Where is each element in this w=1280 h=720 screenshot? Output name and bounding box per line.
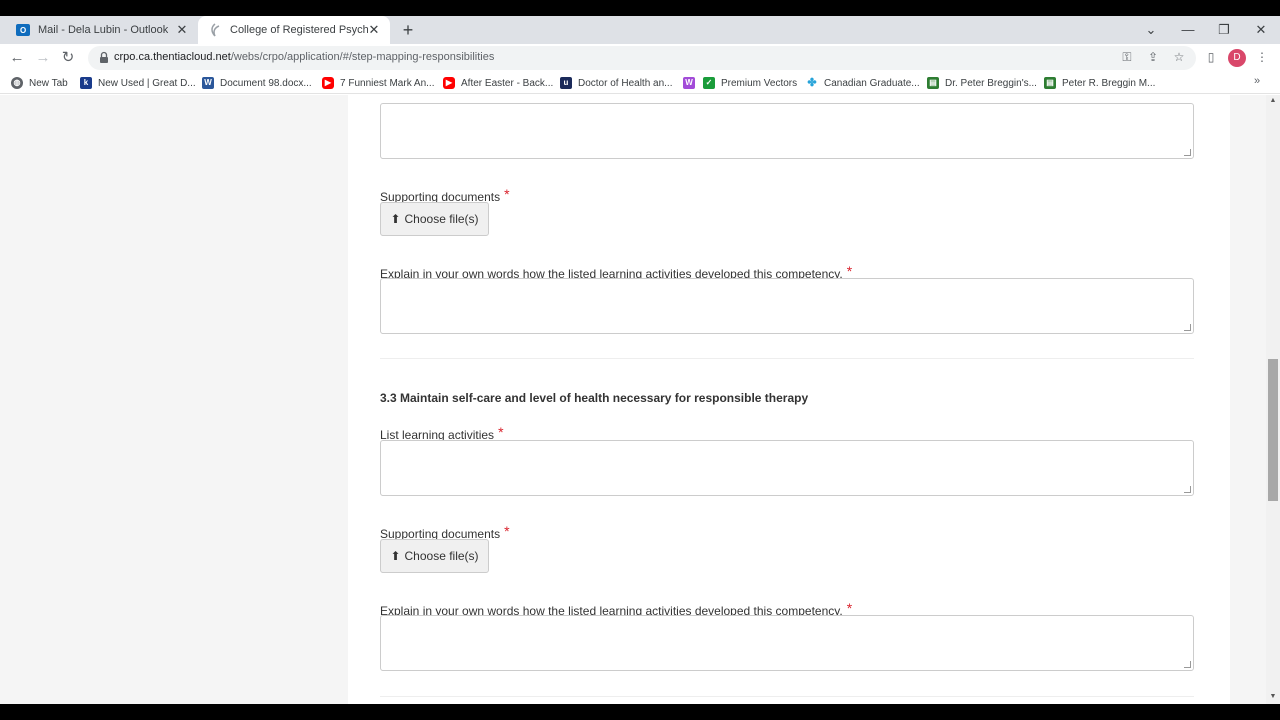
university-icon: u: [560, 77, 572, 89]
doc-icon: ▤: [927, 77, 939, 89]
share-icon[interactable]: ⇪: [1144, 48, 1162, 66]
close-tab-icon[interactable]: ✕: [174, 22, 190, 38]
scroll-up-arrow-icon[interactable]: ▲: [1269, 97, 1277, 105]
resize-grip-icon[interactable]: [1184, 149, 1191, 156]
crpo-icon: [211, 23, 220, 37]
page-scrollbar[interactable]: ▲ ▼: [1266, 95, 1280, 704]
bookmark-item[interactable]: ▶ 7 Funniest Mark An...: [322, 75, 435, 91]
section-divider: [380, 696, 1194, 697]
forward-arrow-icon[interactable]: →: [33, 48, 53, 68]
tab-title: College of Registered Psychothe: [230, 24, 368, 36]
bookmark-item[interactable]: k New Used | Great D...: [80, 75, 196, 91]
resize-grip-icon[interactable]: [1184, 324, 1191, 331]
bookmark-item[interactable]: ✤ Canadian Graduate...: [806, 75, 919, 91]
youtube-icon: ▶: [443, 77, 455, 89]
menu-kebab-icon[interactable]: ⋮: [1253, 48, 1271, 66]
doc-icon: ▤: [1044, 77, 1056, 89]
required-asterisk: *: [504, 186, 510, 202]
section-divider: [380, 358, 1194, 359]
url-text: crpo.ca.thentiacloud.net/webs/crpo/appli…: [114, 51, 494, 63]
svg-text:O: O: [20, 26, 26, 35]
youtube-icon: ▶: [322, 77, 334, 89]
choose-files-button[interactable]: ⬆ Choose file(s): [380, 202, 489, 236]
upload-icon: ⬆: [390, 549, 401, 563]
bookmarks-bar: ◍ New Tab k New Used | Great D... W Documen…: [0, 72, 1280, 94]
close-tab-icon[interactable]: ✕: [366, 22, 382, 38]
bookmark-item[interactable]: u Doctor of Health an...: [560, 75, 673, 91]
tab-crpo[interactable]: College of Registered Psychothe ✕: [198, 16, 390, 44]
star-icon[interactable]: ☆: [1170, 48, 1188, 66]
tab-outlook[interactable]: O Mail - Dela Lubin - Outlook ✕: [0, 16, 198, 44]
bookmark-item[interactable]: ✓ Premium Vectors: [703, 75, 797, 91]
address-bar[interactable]: crpo.ca.thentiacloud.net/webs/crpo/appli…: [88, 46, 1196, 70]
bookmark-item[interactable]: ▤ Dr. Peter Breggin's...: [927, 75, 1037, 91]
bookmark-new-tab[interactable]: ◍ New Tab: [11, 75, 68, 91]
browser-toolbar: ← → ↻ crpo.ca.thentiacloud.net/webs/crpo…: [0, 44, 1280, 72]
side-panel-icon[interactable]: ▯: [1202, 48, 1220, 66]
bookmarks-overflow-icon[interactable]: »: [1254, 75, 1260, 87]
required-asterisk: *: [504, 523, 510, 539]
tab-search-chevron-icon[interactable]: ⌄: [1141, 20, 1161, 40]
page-viewport: Supporting documents * ⬆ Choose file(s) Ex…: [0, 95, 1280, 704]
close-window-icon[interactable]: ✕: [1251, 20, 1271, 40]
maple-icon: ✤: [807, 77, 817, 89]
upload-icon: ⬆: [390, 212, 401, 226]
url-host: crpo.ca.thentiacloud.net: [114, 51, 231, 63]
resize-grip-icon[interactable]: [1184, 661, 1191, 668]
reload-icon[interactable]: ↻: [58, 48, 78, 68]
k-icon: k: [80, 77, 92, 89]
outlook-icon: O: [16, 24, 30, 36]
tab-title: Mail - Dela Lubin - Outlook: [38, 24, 169, 36]
key-icon[interactable]: ⚿: [1118, 48, 1136, 66]
learning-activities-text-area[interactable]: [380, 440, 1194, 496]
scrollbar-thumb[interactable]: [1268, 359, 1278, 501]
browser-window: O Mail - Dela Lubin - Outlook ✕ College …: [0, 16, 1280, 704]
lock-icon: [100, 51, 108, 63]
w-icon: W: [683, 77, 695, 89]
bookmark-item[interactable]: W Document 98.docx...: [202, 75, 312, 91]
word-icon: W: [202, 77, 214, 89]
form-card: Supporting documents * ⬆ Choose file(s) Ex…: [348, 95, 1230, 704]
section-heading: 3.3 Maintain self-care and level of heal…: [380, 391, 809, 405]
bookmark-item[interactable]: ▤ Peter R. Breggin M...: [1044, 75, 1155, 91]
profile-avatar[interactable]: D: [1228, 49, 1246, 67]
text-area[interactable]: [380, 103, 1194, 159]
globe-icon: ◍: [11, 77, 23, 89]
required-asterisk: *: [846, 263, 853, 279]
scroll-down-arrow-icon[interactable]: ▼: [1269, 693, 1277, 701]
new-tab-plus-icon[interactable]: +: [398, 20, 418, 40]
restore-icon[interactable]: ❐: [1214, 20, 1234, 40]
required-asterisk: *: [498, 424, 504, 440]
explain-text-area[interactable]: [380, 615, 1194, 671]
back-arrow-icon[interactable]: ←: [7, 48, 27, 68]
minimize-icon[interactable]: —: [1178, 20, 1198, 40]
explain-text-area[interactable]: [380, 278, 1194, 334]
resize-grip-icon[interactable]: [1184, 486, 1191, 493]
required-asterisk: *: [846, 600, 853, 616]
bookmark-item[interactable]: ▶ After Easter - Back...: [443, 75, 553, 91]
url-path: /webs/crpo/application/#/step-mapping-re…: [230, 51, 495, 63]
choose-files-button[interactable]: ⬆ Choose file(s): [380, 539, 489, 573]
bookmark-item[interactable]: W: [683, 75, 699, 91]
tab-strip: O Mail - Dela Lubin - Outlook ✕ College …: [0, 16, 1280, 44]
check-icon: ✓: [703, 77, 715, 89]
